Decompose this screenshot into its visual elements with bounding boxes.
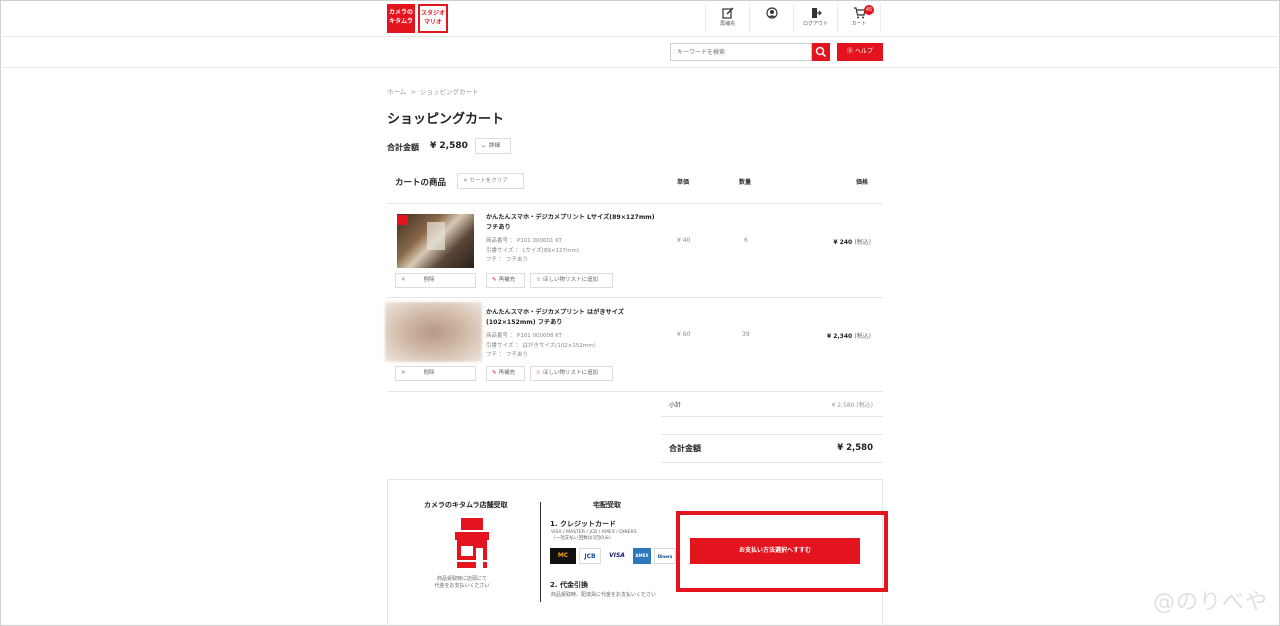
- product-meta: 商品番号 ： P101 000008 KT 引書サイズ ： はがきサイズ(102…: [486, 333, 596, 358]
- reedit-button[interactable]: ✎ 再補充: [486, 273, 525, 288]
- sum-label: 合計金額: [669, 444, 701, 453]
- close-icon: ✕: [401, 370, 406, 376]
- product-thumbnail[interactable]: [385, 302, 482, 362]
- quantity[interactable]: 39: [742, 331, 750, 338]
- star-icon: ☆: [536, 277, 541, 283]
- edit-icon: [721, 7, 733, 19]
- edit-icon: ✎: [492, 370, 497, 376]
- add-to-wishlist-button[interactable]: ☆ ほしい物リストに追加: [530, 273, 613, 288]
- divider: [540, 502, 541, 602]
- store-pickup-title: カメラのキタムラ店舗受取: [424, 501, 508, 509]
- cod-note: 商品受取時、配達員に代金をお支払いください: [551, 592, 657, 598]
- jcb-icon: JCB: [579, 548, 601, 564]
- camera-icon: [397, 215, 408, 225]
- mastercard-icon: MC: [550, 548, 576, 564]
- page-title: ショッピングカート: [387, 112, 505, 127]
- total-label: 合計金額: [387, 143, 419, 152]
- logout-icon: [811, 8, 822, 18]
- search-icon: [815, 46, 827, 58]
- card-brand-logos: MC JCB VISA AMEX Diners: [550, 548, 676, 564]
- col-quantity: 数量: [739, 179, 752, 186]
- divider: [661, 416, 883, 417]
- nav-reedit[interactable]: 再補充: [705, 4, 749, 33]
- breadcrumb-home[interactable]: ホーム: [387, 88, 406, 96]
- watermark: @のりべや: [1152, 590, 1268, 615]
- delete-button[interactable]: ✕ 削除: [395, 366, 476, 381]
- divider: [387, 391, 883, 392]
- product-name[interactable]: かんたんスマホ・デジカメプリント Lサイズ(89×127mm) フチあり: [486, 213, 661, 233]
- sub-header: [0, 37, 1280, 68]
- edit-icon: ✎: [492, 277, 497, 283]
- site-header: [0, 0, 1280, 37]
- nav-cart-label: カート: [851, 21, 867, 27]
- divider: [387, 203, 883, 204]
- line-price: ¥ 2,340 (税込): [826, 333, 871, 340]
- subtotal-value: ¥ 2,580 (税込): [831, 402, 874, 409]
- nav-reedit-label: 再補充: [719, 21, 735, 27]
- search-button[interactable]: [812, 43, 830, 61]
- col-price: 価格: [856, 179, 869, 186]
- cart-items-heading: カートの商品: [395, 178, 447, 188]
- nav-cart[interactable]: カート 45: [837, 4, 881, 33]
- detail-toggle-button[interactable]: ⌄ 詳細: [475, 138, 511, 154]
- credit-card-heading: 1. クレジットカード: [550, 520, 616, 528]
- amex-icon: AMEX: [633, 548, 651, 564]
- quantity[interactable]: 6: [744, 237, 748, 244]
- close-icon: ✕: [401, 277, 406, 283]
- store-pickup-note: 商品受取時に店頭にて 代金をお支払いください: [434, 576, 490, 589]
- kitamura-logo[interactable]: カメラのキタムラ: [387, 4, 415, 33]
- studio-mario-logo[interactable]: スタジオマリオ: [418, 4, 448, 33]
- chevron-down-icon: ⌄: [481, 142, 487, 149]
- proceed-to-payment-button[interactable]: お支払い方法選択へすすむ: [690, 538, 860, 564]
- cart-count-badge: 45: [864, 5, 874, 15]
- search-input[interactable]: [670, 43, 812, 61]
- cod-heading: 2. 代金引換: [550, 581, 588, 589]
- col-unit-price: 単価: [677, 179, 690, 186]
- store-icon: [455, 518, 489, 568]
- star-icon: ☆: [536, 370, 541, 376]
- unit-price: ¥ 60: [677, 331, 691, 338]
- reedit-button[interactable]: ✎ 再補充: [486, 366, 525, 381]
- help-icon: ⓪: [847, 48, 854, 55]
- total-value: ¥ 2,580: [430, 141, 468, 151]
- breadcrumb: ホーム > ショッピングカート: [387, 88, 479, 96]
- close-icon: ✕: [463, 178, 468, 184]
- user-icon: [765, 7, 778, 19]
- subtotal-label: 小計: [669, 402, 682, 409]
- clear-cart-button[interactable]: ✕ カートをクリア: [457, 173, 524, 189]
- diners-icon: Diners: [654, 548, 676, 564]
- nav-logout-label: ログアウト: [802, 21, 828, 27]
- divider: [661, 434, 883, 435]
- product-meta: 商品番号 ： P101 000001 KT 引書サイズ ： Lサイズ(89×12…: [486, 238, 579, 263]
- delete-button[interactable]: ✕ 削除: [395, 273, 476, 288]
- nav-account[interactable]: [749, 4, 793, 33]
- sum-value: ¥ 2,580: [837, 443, 873, 453]
- product-thumbnail[interactable]: [397, 214, 474, 268]
- credit-card-note: VISA / MASTER / JCB / AMEX / DINERS （一括支…: [551, 530, 637, 541]
- help-button[interactable]: ⓪ ヘルプ: [837, 43, 883, 61]
- divider: [661, 462, 883, 463]
- product-name[interactable]: かんたんスマホ・デジカメプリント はがきサイズ (102×152mm) フチあり: [486, 308, 661, 328]
- nav-logout[interactable]: ログアウト: [793, 4, 837, 33]
- unit-price: ¥ 40: [677, 237, 691, 244]
- breadcrumb-current: ショッピングカート: [420, 88, 479, 96]
- visa-icon: VISA: [604, 548, 630, 564]
- line-price: ¥ 240 (税込): [833, 239, 871, 246]
- home-delivery-title: 宅配受取: [593, 501, 621, 509]
- add-to-wishlist-button[interactable]: ☆ ほしい物リストに追加: [530, 366, 613, 381]
- divider: [387, 297, 883, 298]
